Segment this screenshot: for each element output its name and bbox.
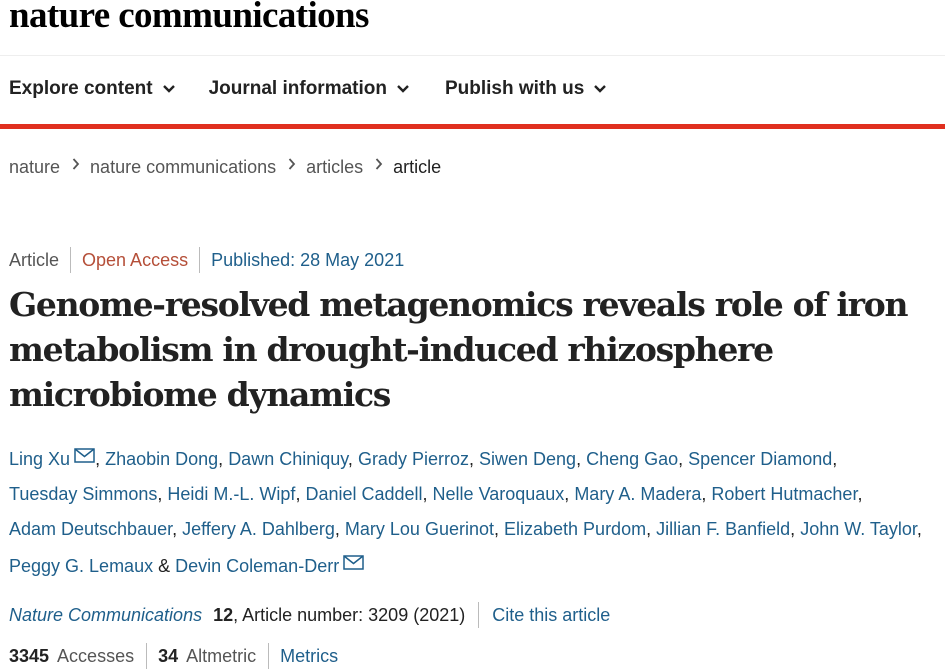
cite-divider [478, 602, 480, 628]
metrics-divider [146, 643, 148, 669]
author-link[interactable]: Devin Coleman-Derr [175, 556, 339, 576]
open-access-label: Open Access [82, 249, 189, 270]
nav-item-label: Explore content [9, 78, 153, 99]
header-divider [0, 55, 945, 56]
chevron-right-icon [69, 157, 83, 170]
author-link[interactable]: Daniel Caddell [305, 484, 422, 504]
article-meta: Article Open Access Published: 28 May 20… [9, 247, 404, 273]
breadcrumb-articles[interactable]: articles [306, 157, 363, 178]
nav-explore-content[interactable]: Explore content [9, 78, 178, 100]
citation-line: Nature Communications 12, Article number… [9, 602, 610, 628]
author-link[interactable]: Dawn Chiniquy [228, 449, 348, 469]
journal-link[interactable]: Nature Communications [9, 605, 202, 626]
article-title: Genome-resolved metagenomics reveals rol… [9, 285, 908, 414]
nav-item-label: Publish with us [444, 78, 585, 99]
author-link[interactable]: Jeffery A. Dahlberg [182, 519, 335, 539]
accesses-count: 3345 [9, 645, 50, 666]
author-link[interactable]: Robert Hutmacher [711, 484, 857, 504]
nav-item-label: Journal information [208, 78, 387, 99]
breadcrumb-nature[interactable]: nature [9, 157, 60, 178]
main-nav: Explore content Journal information Publ… [9, 78, 609, 100]
author-link[interactable]: Grady Pierroz [358, 449, 469, 469]
author-link[interactable]: Peggy G. Lemaux [9, 556, 153, 576]
author-link[interactable]: Spencer Diamond [688, 449, 832, 469]
breadcrumb-nature-communications[interactable]: nature communications [90, 157, 276, 178]
published-date: Published: 28 May 2021 [211, 249, 405, 270]
metrics-divider [268, 643, 270, 669]
breadcrumb: nature nature communications articles ar… [9, 157, 441, 178]
chevron-down-icon [394, 80, 412, 98]
author-link[interactable]: Zhaobin Dong [105, 449, 218, 469]
altmetric-count: 34 [158, 645, 179, 666]
email-icon[interactable] [343, 547, 364, 570]
article-type: Article [9, 249, 60, 270]
author-link[interactable]: Elizabeth Purdom [504, 519, 646, 539]
author-link[interactable]: Siwen Deng [479, 449, 576, 469]
chevron-right-icon [285, 157, 299, 170]
altmetric-label: Altmetric [186, 645, 257, 666]
author-link[interactable]: Mary A. Madera [574, 484, 701, 504]
author-link[interactable]: Cheng Gao [586, 449, 678, 469]
breadcrumb-current: article [393, 157, 442, 177]
nav-journal-information[interactable]: Journal information [209, 78, 412, 100]
accesses-label: Accesses [57, 645, 135, 666]
nav-publish-with-us[interactable]: Publish with us [445, 78, 609, 100]
meta-divider [199, 247, 201, 273]
meta-divider [70, 247, 72, 273]
author-link[interactable]: Mary Lou Guerinot [345, 519, 494, 539]
accent-bar [0, 124, 945, 129]
metrics-link[interactable]: Metrics [280, 646, 338, 667]
article-number: , Article number: 3209 (2021) [233, 604, 466, 625]
author-link[interactable]: Heidi M.-L. Wipf [167, 484, 295, 504]
author-link[interactable]: Nelle Varoquaux [433, 484, 565, 504]
author-link[interactable]: Jillian F. Banfield [656, 519, 790, 539]
volume-number: 12 [213, 604, 234, 625]
chevron-right-icon [372, 157, 386, 170]
author-conjunction: & [158, 556, 171, 576]
author-link[interactable]: Ling Xu [9, 449, 70, 469]
author-link[interactable]: John W. Taylor [800, 519, 917, 539]
email-icon[interactable] [74, 440, 95, 463]
author-link[interactable]: Adam Deutschbauer [9, 519, 172, 539]
chevron-down-icon [160, 80, 178, 98]
author-list: Ling Xu, Zhaobin Dong, Dawn Chiniquy, Gr… [9, 440, 941, 584]
site-logo[interactable]: nature communications [9, 0, 369, 37]
chevron-down-icon [591, 80, 609, 98]
article-metrics: 3345 Accesses 34 Altmetric Metrics [9, 643, 338, 669]
author-link[interactable]: Tuesday Simmons [9, 484, 157, 504]
cite-this-article-link[interactable]: Cite this article [492, 605, 610, 626]
